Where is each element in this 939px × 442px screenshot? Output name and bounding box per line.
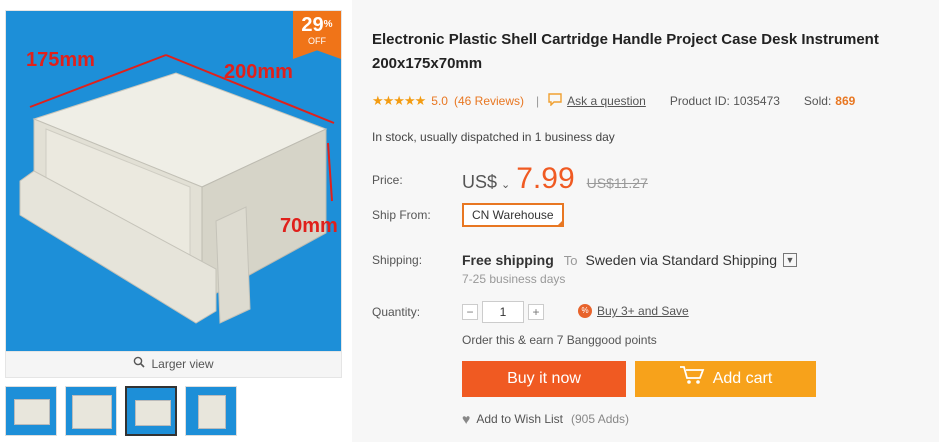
product-title: Electronic Plastic Shell Cartridge Handl… <box>372 31 879 72</box>
thumbnail-1[interactable] <box>5 386 57 436</box>
shipping-destination[interactable]: Sweden via Standard Shipping <box>586 252 777 268</box>
chevron-down-icon[interactable]: ⌄ <box>501 178 510 191</box>
discount-off-label: OFF <box>308 36 326 46</box>
currency-selector[interactable]: US$ <box>462 172 497 193</box>
shipping-row: Free shipping To Sweden via Standard Shi… <box>462 252 797 268</box>
wishlist-count: (905 Adds) <box>571 412 630 426</box>
discount-percent-icon: % <box>578 304 592 318</box>
product-page: 175mm 200mm 70mm 29% OFF Larger view Ele… <box>0 0 939 442</box>
meta-separator: | <box>536 93 540 108</box>
product-gallery: 175mm 200mm 70mm 29% OFF Larger view <box>5 10 342 378</box>
shipping-label: Shipping: <box>372 253 423 267</box>
ship-from-label: Ship From: <box>372 208 431 222</box>
free-shipping-text: Free shipping <box>462 252 554 268</box>
quantity-increase-button[interactable]: + <box>528 304 544 320</box>
sold-count: 869 <box>835 93 856 108</box>
cart-icon <box>679 361 705 397</box>
main-product-image[interactable]: 175mm 200mm 70mm 29% OFF <box>5 10 342 352</box>
larger-view-button[interactable]: Larger view <box>5 352 342 378</box>
discount-percent: 29 <box>301 14 324 36</box>
thumbnail-strip <box>5 386 237 436</box>
dimension-label-length: 200mm <box>224 61 293 83</box>
dimension-label-width: 175mm <box>26 49 95 71</box>
warehouse-option[interactable]: CN Warehouse <box>462 203 564 227</box>
rating-value: 5.0 <box>431 93 448 108</box>
price-row: US$ ⌄ 7.99 US$11.27 <box>462 162 648 196</box>
buy-now-button[interactable]: Buy it now <box>462 361 626 397</box>
quantity-label: Quantity: <box>372 305 421 319</box>
product-id: Product ID: 1035473 <box>669 93 780 108</box>
shipping-dropdown-icon[interactable]: ▼ <box>783 253 797 267</box>
quantity-decrease-button[interactable]: − <box>462 304 478 320</box>
delivery-days: 7-25 business days <box>462 272 566 286</box>
dimension-label-height: 70mm <box>280 215 338 237</box>
ask-question-link[interactable]: Ask a question <box>567 94 646 108</box>
warehouse-option-label: CN Warehouse <box>472 208 554 222</box>
chat-bubble-icon <box>547 92 563 109</box>
rating-stars-icon: ★★★★★ <box>372 92 426 108</box>
sold-label: Sold: <box>803 93 832 108</box>
shipping-to-text: To <box>563 252 578 268</box>
thumbnail-3[interactable] <box>125 386 177 436</box>
add-cart-label: Add cart <box>712 370 773 388</box>
points-earn-text: Order this & earn 7 Banggood points <box>462 333 657 347</box>
quantity-input[interactable]: 1 <box>482 301 524 323</box>
product-info-panel: Electronic Plastic Shell Cartridge Handl… <box>352 0 939 442</box>
price-label: Price: <box>372 173 403 187</box>
buy-more-save-link[interactable]: Buy 3+ and Save <box>597 304 689 318</box>
reviews-link[interactable]: (46 Reviews) <box>454 94 524 108</box>
magnifier-icon <box>133 352 146 377</box>
wishlist-row: ♥ Add to Wish List (905 Adds) <box>462 411 629 427</box>
buy-more-save: % Buy 3+ and Save <box>578 304 689 318</box>
product-meta-row: ★★★★★ 5.0 (46 Reviews) | Ask a question … <box>372 92 855 109</box>
thumbnail-2[interactable] <box>65 386 117 436</box>
thumbnail-4[interactable] <box>185 386 237 436</box>
quantity-stepper: − 1 + <box>462 301 544 323</box>
add-cart-button[interactable]: Add cart <box>635 361 816 397</box>
original-price: US$11.27 <box>586 175 648 191</box>
current-price: 7.99 <box>516 162 575 195</box>
discount-percent-sign: % <box>323 19 333 30</box>
heart-icon[interactable]: ♥ <box>462 411 470 427</box>
stock-status: In stock, usually dispatched in 1 busine… <box>372 130 615 144</box>
larger-view-label: Larger view <box>151 357 214 371</box>
selected-corner-icon <box>555 219 564 227</box>
add-to-wishlist-link[interactable]: Add to Wish List <box>476 412 563 426</box>
